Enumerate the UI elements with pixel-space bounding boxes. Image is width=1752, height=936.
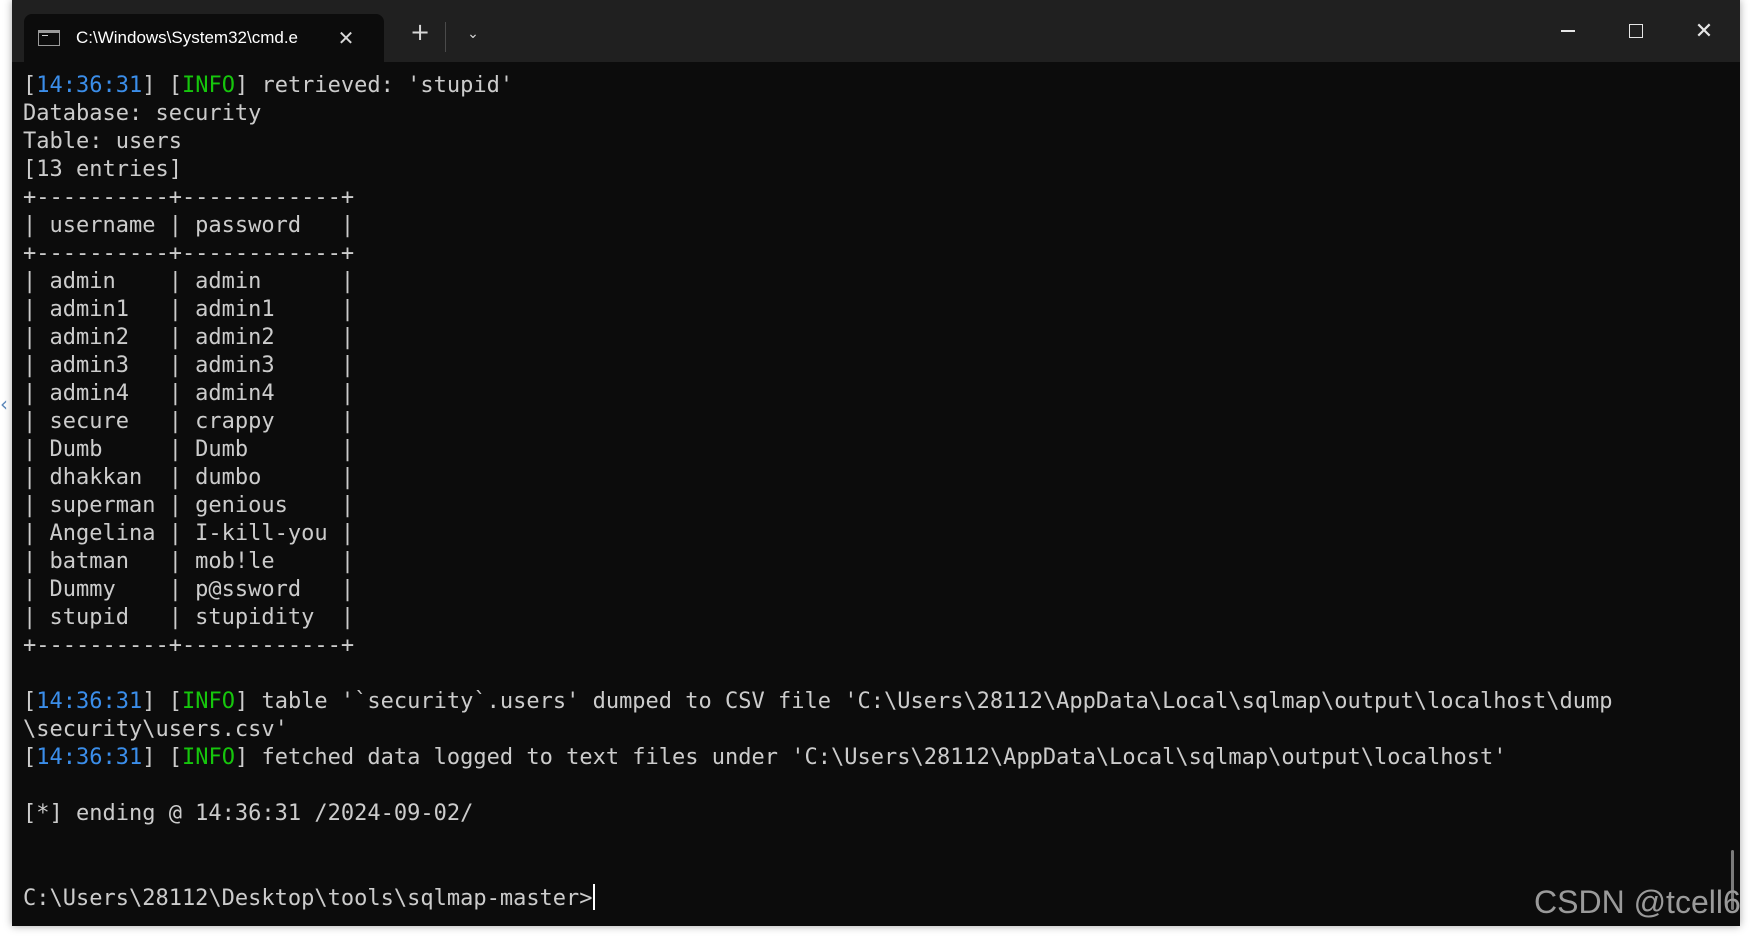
terminal-line: Database: security — [23, 101, 262, 126]
terminal-line: [14:36:31] [INFO] retrieved: 'stupid' — [23, 73, 514, 98]
maximize-button[interactable] — [1602, 0, 1670, 62]
chevron-left-icon: ‹ — [0, 392, 8, 416]
terminal-line: +----------+------------+ — [23, 241, 355, 266]
timestamp: 14:36:31 — [36, 73, 143, 98]
minimize-icon — [1561, 30, 1575, 32]
terminal-line: | admin1 | admin1 | — [23, 297, 355, 322]
minimize-button[interactable] — [1534, 0, 1602, 62]
terminal-output[interactable]: [14:36:31] [INFO] retrieved: 'stupid' Dat… — [23, 72, 1723, 922]
new-tab-button[interactable]: + — [405, 18, 435, 46]
tab-title: C:\Windows\System32\cmd.e — [76, 28, 299, 47]
log-level: INFO — [181, 689, 235, 714]
timestamp: 14:36:31 — [36, 689, 143, 714]
terminal-line: | admin4 | admin4 | — [23, 381, 355, 406]
text-cursor — [592, 884, 595, 910]
close-icon: ✕ — [1694, 18, 1714, 44]
tab-close-icon[interactable]: ✕ — [334, 26, 358, 50]
log-message: table '`security`.users' dumped to CSV f… — [248, 689, 1613, 714]
terminal-line: | admin3 | admin3 | — [23, 353, 355, 378]
command-prompt[interactable]: C:\Users\28112\Desktop\tools\sqlmap-mast… — [23, 884, 1723, 912]
timestamp: 14:36:31 — [36, 745, 143, 770]
terminal-line: | admin2 | admin2 | — [23, 325, 355, 350]
tab-cmd[interactable]: C:\Windows\System32\cmd.e ✕ — [24, 14, 384, 62]
maximize-icon — [1629, 24, 1643, 38]
terminal-line: +----------+------------+ — [23, 185, 355, 210]
terminal-line: | Dumb | Dumb | — [23, 437, 355, 462]
log-level: INFO — [181, 745, 235, 770]
terminal-line: | dhakkan | dumbo | — [23, 465, 355, 490]
terminal-line: | Angelina | I-kill-you | — [23, 521, 355, 546]
terminal-line: | batman | mob!le | — [23, 549, 355, 574]
terminal-line: | secure | crappy | — [23, 409, 355, 434]
log-message: retrieved: 'stupid' — [248, 73, 514, 98]
chevron-down-icon[interactable]: ⌄ — [458, 26, 488, 42]
watermark: CSDN @tcell6 — [1534, 884, 1741, 920]
prompt-path: C:\Users\28112\Desktop\tools\sqlmap-mast… — [23, 886, 593, 911]
terminal-line: \security\users.csv' — [23, 717, 288, 742]
terminal-window: C:\Windows\System32\cmd.e ✕ + ⌄ ✕ [14:36… — [12, 0, 1740, 926]
terminal-line: [14:36:31] [INFO] fetched data logged to… — [23, 745, 1507, 770]
terminal-line: | Dummy | p@ssword | — [23, 577, 355, 602]
terminal-line: [14:36:31] [INFO] table '`security`.user… — [23, 689, 1613, 714]
terminal-line: +----------+------------+ — [23, 633, 355, 658]
terminal-line: [*] ending @ 14:36:31 /2024-09-02/ — [23, 801, 474, 826]
log-message: fetched data logged to text files under … — [248, 745, 1507, 770]
terminal-line: [13 entries] — [23, 157, 182, 182]
terminal-line: | admin | admin | — [23, 269, 355, 294]
close-button[interactable]: ✕ — [1670, 0, 1738, 62]
log-level: INFO — [181, 73, 235, 98]
terminal-line: Table: users — [23, 129, 182, 154]
toolbar-divider — [445, 22, 446, 52]
terminal-line: | stupid | stupidity | — [23, 605, 355, 630]
terminal-line: | superman | genious | — [23, 493, 355, 518]
terminal-line: | username | password | — [23, 213, 355, 238]
cmd-icon — [38, 30, 60, 46]
title-bar: C:\Windows\System32\cmd.e ✕ + ⌄ ✕ — [12, 0, 1740, 62]
